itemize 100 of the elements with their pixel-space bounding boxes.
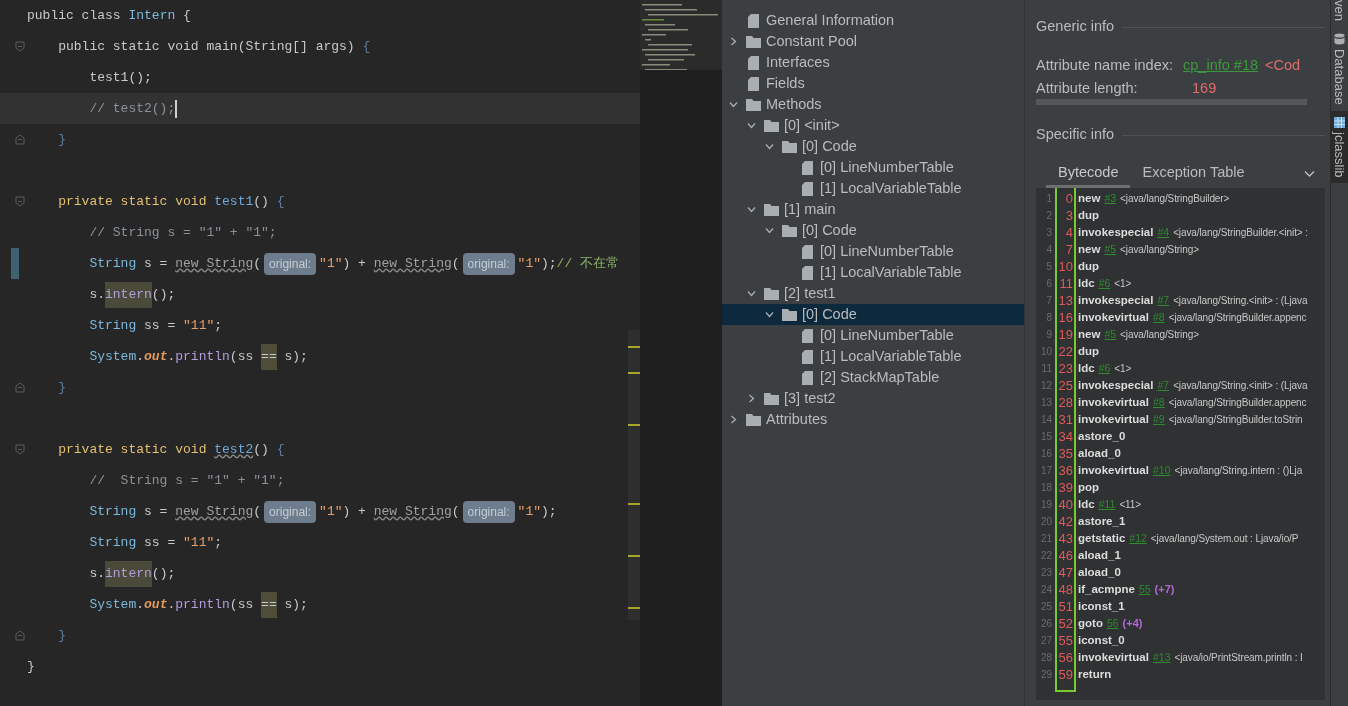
tree-item[interactable]: [0] Code [722, 136, 1024, 157]
opcode: aload_0 [1078, 564, 1121, 580]
code-token: String [88, 502, 137, 521]
chevron-down-icon[interactable] [747, 121, 756, 130]
bytecode-offset: 52 [1057, 614, 1073, 633]
constant-ref-link[interactable]: #10 [1152, 462, 1171, 479]
bytecode-offset: 3 [1064, 206, 1073, 225]
tree-item[interactable]: Attributes [722, 409, 1024, 430]
line-number: 22 [1039, 549, 1052, 563]
constant-ref-link[interactable]: 56 [1106, 615, 1119, 632]
tree-item[interactable]: [3] test2 [722, 388, 1024, 409]
code-token: test1(); [88, 68, 152, 87]
line-number: 23 [1039, 566, 1052, 580]
tree-item[interactable]: [1] LocalVariableTable [722, 346, 1024, 367]
folder-icon [763, 203, 779, 216]
constant-ref-link[interactable]: #7 [1157, 377, 1170, 394]
tree-item[interactable]: [0] <init> [722, 115, 1024, 136]
code-token: { [182, 6, 191, 25]
constant-ref-link[interactable]: #9 [1152, 411, 1165, 428]
code-token: "11" [183, 316, 215, 335]
code-token: s. [88, 285, 105, 304]
tree-item[interactable]: General Information [722, 10, 1024, 31]
code-token: String [88, 254, 137, 273]
chevron-down-icon[interactable] [747, 205, 756, 214]
constant-ref-link[interactable]: #8 [1152, 309, 1165, 326]
code-token: { [276, 192, 285, 211]
horizontal-scrollbar[interactable] [1036, 99, 1307, 105]
constant-ref-link[interactable]: #7 [1157, 292, 1170, 309]
operand-text: <java/lang/StringBuilder> [1120, 192, 1230, 206]
chevron-down-icon[interactable] [747, 289, 756, 298]
opcode: invokevirtual [1078, 394, 1149, 410]
tool-window-tab[interactable]: jclasslib [1331, 110, 1348, 184]
constant-ref-link[interactable]: #6 [1098, 360, 1111, 377]
code-token: String [88, 316, 137, 335]
constant-ref-link[interactable]: #13 [1152, 649, 1171, 666]
code-token: // test2(); [88, 99, 176, 118]
bytecode-offset: 46 [1057, 546, 1073, 565]
tree-item[interactable]: [1] main [722, 199, 1024, 220]
tree-item[interactable]: [1] LocalVariableTable [722, 262, 1024, 283]
tree-item[interactable]: Fields [722, 73, 1024, 94]
tool-window-tab[interactable]: Database [1331, 26, 1348, 111]
opcode: aload_0 [1078, 445, 1121, 461]
opcode: ldc [1078, 496, 1095, 512]
tree-item[interactable]: Interfaces [722, 52, 1024, 73]
operand-text: <java/lang/System.out : Ljava/io/P [1150, 532, 1299, 546]
file-icon [747, 55, 759, 70]
code-token: } [57, 130, 66, 149]
line-number: 3 [1045, 226, 1052, 240]
section-title: Generic info [1036, 17, 1115, 37]
opcode: dup [1078, 258, 1100, 274]
code-token: public static void main(String[] args) [57, 37, 356, 56]
bytecode-offset: 43 [1057, 529, 1073, 548]
bytecode-offset: 55 [1057, 631, 1073, 650]
tree-item[interactable]: [0] LineNumberTable [722, 241, 1024, 262]
constant-ref-link[interactable]: #5 [1104, 326, 1117, 343]
chevron-right-icon[interactable] [729, 37, 738, 46]
code-token: println [175, 347, 230, 366]
tool-window-tab[interactable]: ven [1331, 0, 1348, 27]
code-token: public class [27, 6, 122, 25]
tree-item[interactable]: Methods [722, 94, 1024, 115]
inlay-hint: original: [264, 252, 317, 275]
constant-ref-link[interactable]: #4 [1157, 224, 1170, 241]
code-token: s. [88, 564, 105, 583]
code-token: "1" [517, 254, 541, 273]
chevron-down-icon[interactable] [765, 226, 774, 235]
chevron-down-icon[interactable] [729, 100, 738, 109]
constant-ref-link[interactable]: #3 [1104, 190, 1117, 207]
opcode: iconst_0 [1078, 632, 1125, 648]
chevron-right-icon[interactable] [747, 394, 756, 403]
code-token: (ss [229, 347, 255, 366]
tree-item[interactable]: [0] Code [722, 220, 1024, 241]
constant-ref-link[interactable]: #6 [1098, 275, 1111, 292]
inlay-hint: original: [462, 252, 515, 275]
code-token: == [261, 343, 277, 370]
tree-item[interactable]: [2] StackMapTable [722, 367, 1024, 388]
tree-item[interactable]: Constant Pool [722, 31, 1024, 52]
chevron-down-icon[interactable] [1304, 170, 1315, 178]
chevron-down-icon[interactable] [765, 310, 774, 319]
constant-ref-link[interactable]: #11 [1098, 496, 1116, 513]
chevron-right-icon[interactable] [729, 415, 738, 424]
tab[interactable]: Exception Table [1130, 160, 1257, 188]
tree-item[interactable]: [0] LineNumberTable [722, 325, 1024, 346]
folder-icon [763, 119, 779, 132]
tree-item[interactable]: [0] Code [722, 304, 1024, 325]
bytecode-offset: 0 [1064, 189, 1073, 208]
code-token: String [88, 533, 137, 552]
code-token: // String s = "1" + "1"; [88, 471, 285, 490]
tree-item[interactable]: [1] LocalVariableTable [722, 178, 1024, 199]
code-token: ); [541, 502, 557, 521]
opcode: ldc [1078, 360, 1095, 376]
tree-item[interactable]: [0] LineNumberTable [722, 157, 1024, 178]
cp-info-link[interactable]: cp_info #18 [1183, 55, 1258, 77]
constant-ref-link[interactable]: 55 [1138, 581, 1151, 598]
chevron-down-icon[interactable] [765, 142, 774, 151]
line-number: 14 [1039, 413, 1052, 427]
constant-ref-link[interactable]: #8 [1152, 394, 1165, 411]
tree-item[interactable]: [2] test1 [722, 283, 1024, 304]
constant-ref-link[interactable]: #5 [1104, 241, 1117, 258]
constant-ref-link[interactable]: #12 [1129, 530, 1147, 547]
bytecode-offset: 40 [1057, 495, 1073, 514]
